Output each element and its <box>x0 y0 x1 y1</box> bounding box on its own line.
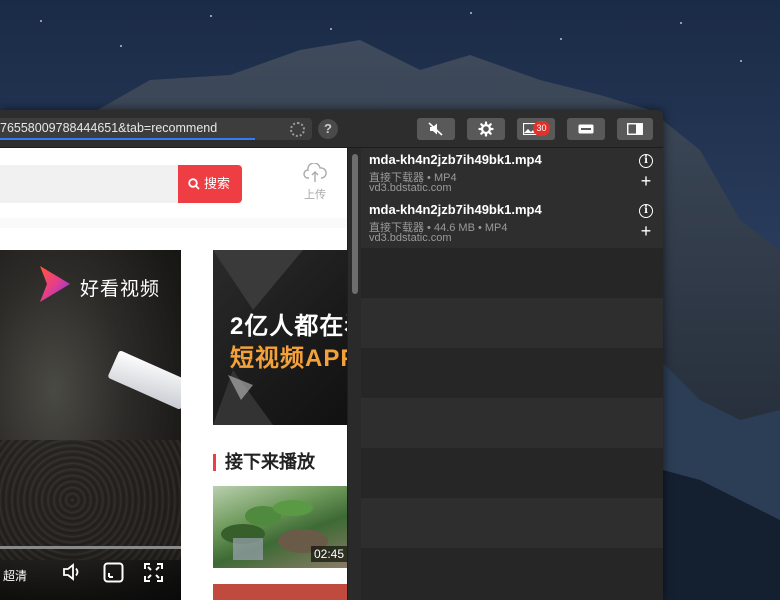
empty-row <box>361 398 663 448</box>
add-download-icon[interactable]: + <box>639 172 653 190</box>
empty-row <box>361 498 663 548</box>
picture-in-picture-icon[interactable] <box>103 562 124 583</box>
search-button[interactable]: 搜索 <box>178 165 242 203</box>
star <box>680 22 682 24</box>
media-count-badge: 30 <box>533 121 550 136</box>
page-load-progress <box>0 138 255 140</box>
star <box>40 20 42 22</box>
video-brand-label: 好看视频 <box>80 279 161 300</box>
star <box>330 28 332 30</box>
webpage-content: 搜索 上传 好看视频 超清 2亿人都在 短视频APP 接下来播放 02:45 <box>0 148 347 600</box>
promo-line-2: 短视频APP <box>230 345 347 372</box>
empty-row <box>361 348 663 398</box>
empty-row <box>361 248 663 298</box>
download-filename: mda-kh4n2jzb7ih49bk1.mp4 <box>369 152 542 167</box>
quality-selector[interactable]: 超清 <box>3 567 27 584</box>
sidebar-toggle-button[interactable] <box>617 118 653 140</box>
video-controls: 超清 <box>0 550 181 600</box>
header-divider <box>0 218 347 228</box>
upload-label: 上传 <box>304 189 326 201</box>
search-icon <box>188 177 200 190</box>
download-host: vd3.bdstatic.com <box>369 182 452 194</box>
fullscreen-icon[interactable] <box>143 562 164 583</box>
browser-window: 76558009788444651&tab=recommend ? 30 搜索 … <box>0 110 663 600</box>
caption-button[interactable] <box>567 118 605 140</box>
next-up-heading: 接下来播放 <box>213 451 315 473</box>
video-frame-shovel <box>107 350 181 410</box>
page-scrollbar[interactable] <box>347 148 361 600</box>
star <box>740 60 742 62</box>
promo-banner[interactable]: 2亿人都在看 短视频APP <box>213 250 347 425</box>
url-text: 76558009788444651&tab=recommend <box>0 121 218 135</box>
star <box>210 15 212 17</box>
download-filename: mda-kh4n2jzb7ih49bk1.mp4 <box>369 202 542 217</box>
browser-toolbar: 76558009788444651&tab=recommend ? 30 <box>0 110 663 148</box>
star <box>120 45 122 47</box>
caption-icon <box>578 124 594 134</box>
scrollbar-thumb[interactable] <box>352 154 358 294</box>
media-button[interactable]: 30 <box>517 118 555 140</box>
address-bar[interactable]: 76558009788444651&tab=recommend <box>0 118 312 140</box>
search-button-label: 搜索 <box>204 176 231 191</box>
search-input[interactable] <box>0 165 178 203</box>
next-video-thumbnail-partial[interactable] <box>213 584 347 600</box>
info-icon[interactable]: i <box>639 204 653 218</box>
cloud-upload-icon <box>303 162 327 182</box>
empty-row <box>361 448 663 498</box>
mute-button[interactable] <box>417 118 455 140</box>
volume-icon[interactable] <box>62 562 84 582</box>
info-icon[interactable]: i <box>639 154 653 168</box>
settings-button[interactable] <box>467 118 505 140</box>
add-download-icon[interactable]: + <box>639 222 653 240</box>
video-player[interactable]: 好看视频 超清 <box>0 250 181 600</box>
loading-spinner-icon <box>290 122 305 137</box>
download-item[interactable]: mda-kh4n2jzb7ih49bk1.mp4 直接下载器 • 44.6 MB… <box>361 198 663 248</box>
gear-icon <box>478 121 494 137</box>
star <box>560 38 562 40</box>
star <box>470 12 472 14</box>
empty-row <box>361 298 663 348</box>
download-host: vd3.bdstatic.com <box>369 232 452 244</box>
download-item[interactable]: mda-kh4n2jzb7ih49bk1.mp4 直接下载器 • MP4 vd3… <box>361 148 663 198</box>
speaker-muted-icon <box>428 122 443 136</box>
video-progress-bar[interactable] <box>0 546 181 549</box>
empty-row <box>361 548 663 598</box>
video-frame-soil <box>0 440 181 560</box>
promo-line-1: 2亿人都在看 <box>230 313 347 340</box>
sidebar-icon <box>627 123 643 135</box>
video-duration: 02:45 <box>310 546 347 562</box>
download-panel: mda-kh4n2jzb7ih49bk1.mp4 直接下载器 • MP4 vd3… <box>361 148 663 600</box>
help-button[interactable]: ? <box>318 119 338 139</box>
haokan-logo-icon <box>40 266 70 302</box>
next-video-thumbnail[interactable]: 02:45 <box>213 486 347 568</box>
upload-button[interactable]: 上传 <box>296 162 334 202</box>
